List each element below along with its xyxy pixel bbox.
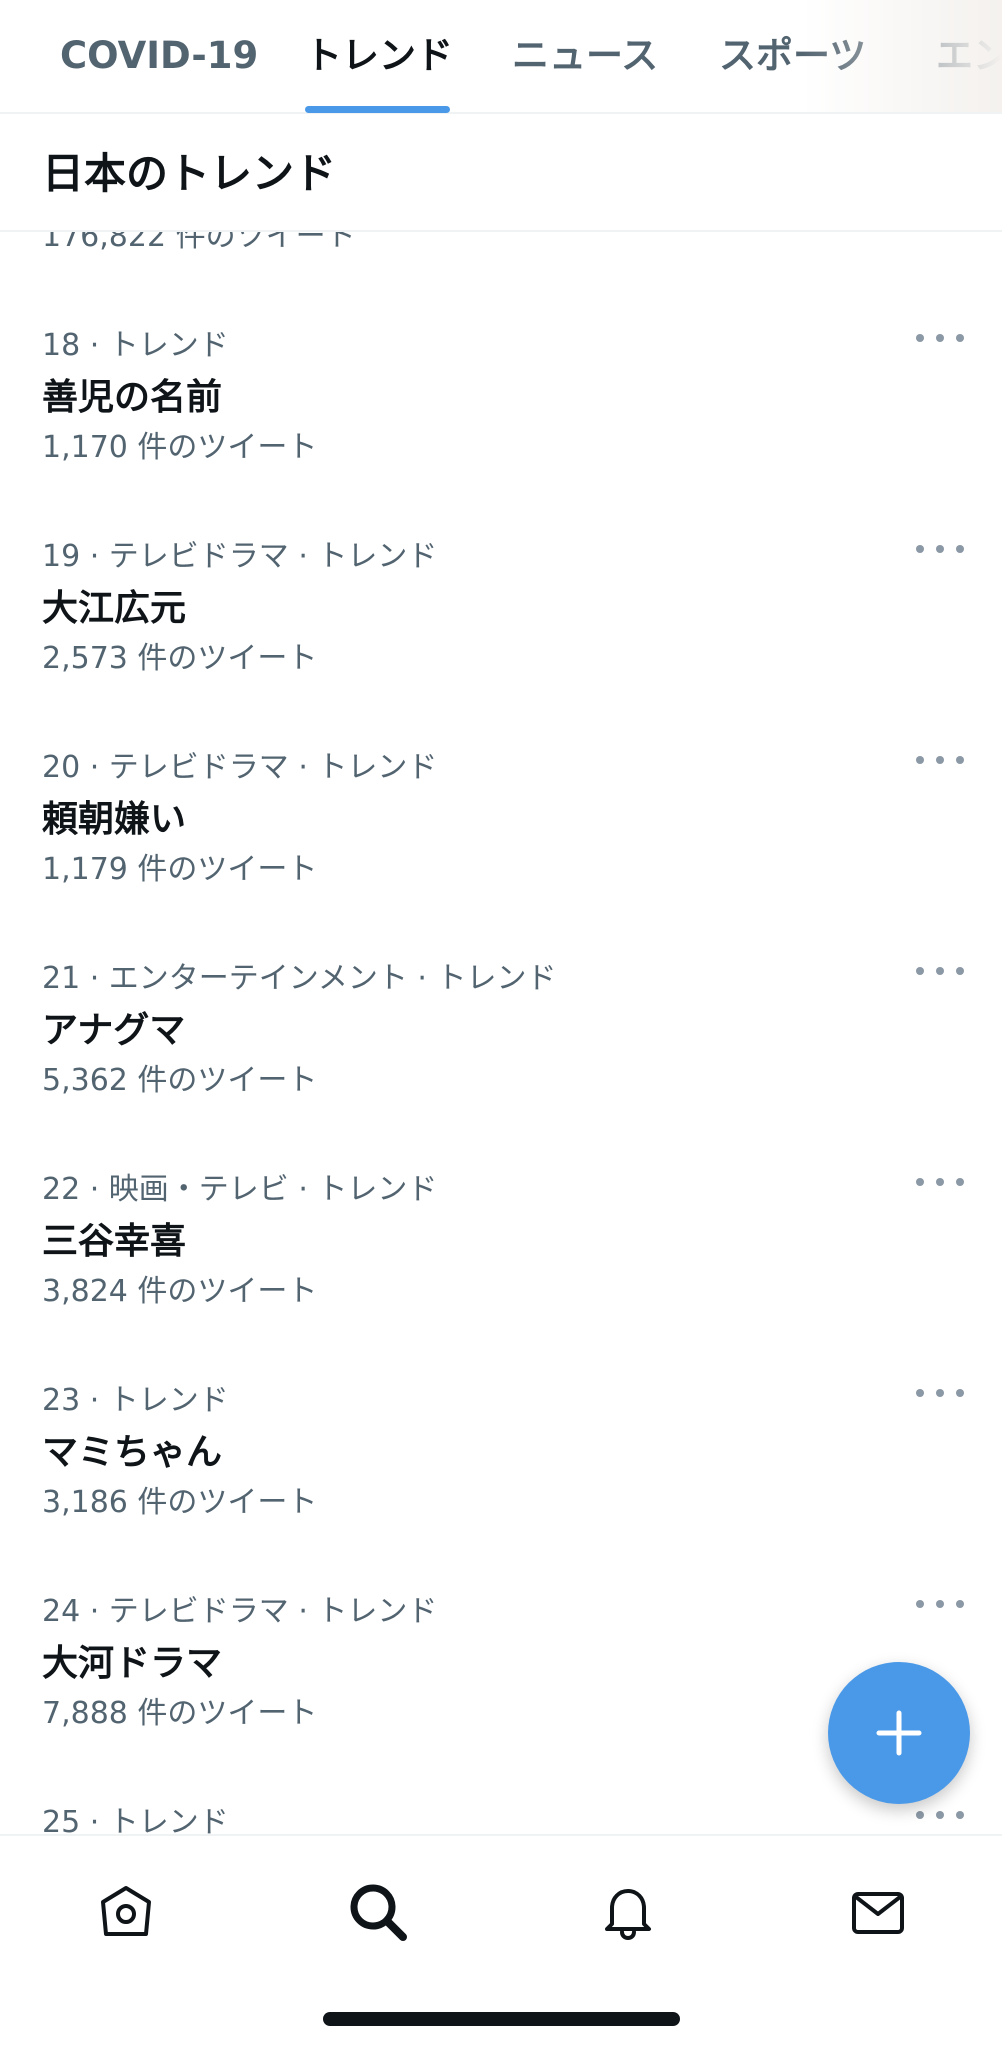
compose-button[interactable] [828, 1662, 970, 1804]
bell-icon [605, 1889, 651, 1941]
more-horizontal-icon[interactable] [916, 1170, 964, 1194]
app-root: 176,822 件のツイート 18 · トレンド 善児の名前 1,170 件のツ… [0, 0, 1002, 2048]
trend-meta: 19 · テレビドラマ · トレンド [42, 539, 438, 574]
tab-sports[interactable]: スポーツ [719, 0, 866, 112]
trend-count: 7,888 件のツイート [42, 1696, 318, 1731]
search-icon [350, 1884, 407, 1941]
active-tab-indicator [305, 106, 450, 113]
home-indicator [323, 2012, 680, 2026]
trend-meta: 23 · トレンド [42, 1383, 229, 1418]
trend-item[interactable]: 23 · トレンド マミちゃん 3,186 件のツイート [0, 1375, 1002, 1586]
trend-meta: 18 · トレンド [42, 328, 229, 363]
trend-item[interactable]: 20 · テレビドラマ · トレンド 頼朝嫌い 1,179 件のツイート [0, 742, 1002, 953]
more-horizontal-icon[interactable] [916, 748, 964, 772]
trend-meta: 20 · テレビドラマ · トレンド [42, 750, 438, 785]
trend-meta: 24 · テレビドラマ · トレンド [42, 1594, 438, 1629]
trend-item[interactable]: 25 · トレンド [0, 1797, 1002, 1834]
trend-count: 5,362 件のツイート [42, 1063, 318, 1098]
trend-name: 善児の名前 [42, 377, 223, 418]
tab-trends[interactable]: トレンド [305, 0, 453, 112]
more-horizontal-icon[interactable] [916, 326, 964, 350]
trend-count: 2,573 件のツイート [42, 641, 318, 676]
trend-name: 大河ドラマ [42, 1643, 223, 1684]
trend-item[interactable]: 22 · 映画・テレビ · トレンド 三谷幸喜 3,824 件のツイート [0, 1164, 1002, 1375]
tab-news[interactable]: ニュース [512, 0, 658, 112]
more-horizontal-icon[interactable] [916, 1803, 964, 1827]
tab-covid-19[interactable]: COVID-19 [60, 0, 258, 112]
section-title: 日本のトレンド [42, 149, 337, 198]
section-header: 日本のトレンド [0, 116, 1002, 232]
trend-item[interactable]: 18 · トレンド 善児の名前 1,170 件のツイート [0, 320, 1002, 531]
more-horizontal-icon[interactable] [916, 1592, 964, 1616]
tab-entertainment[interactable]: エン [936, 0, 1002, 112]
explore-tabs: COVID-19 トレンド ニュース スポーツ エン [0, 0, 1002, 114]
plus-icon [876, 1710, 922, 1756]
trend-list[interactable]: 176,822 件のツイート 18 · トレンド 善児の名前 1,170 件のツ… [0, 0, 1002, 1834]
trend-count: 1,170 件のツイート [42, 430, 318, 465]
trend-meta: 25 · トレンド [42, 1805, 229, 1834]
trend-name: 三谷幸喜 [42, 1221, 187, 1262]
trend-item[interactable]: 19 · テレビドラマ · トレンド 大江広元 2,573 件のツイート [0, 531, 1002, 742]
trend-meta: 21 · エンターテインメント · トレンド [42, 961, 557, 996]
trend-item[interactable]: 21 · エンターテインメント · トレンド アナグマ 5,362 件のツイート [0, 953, 1002, 1164]
more-horizontal-icon[interactable] [916, 1381, 964, 1405]
home-icon [101, 1886, 151, 1936]
trend-count: 3,186 件のツイート [42, 1485, 318, 1520]
trend-name: マミちゃん [42, 1432, 223, 1473]
nav-home[interactable] [90, 1876, 162, 1948]
more-horizontal-icon[interactable] [916, 959, 964, 983]
trend-name: 頼朝嫌い [42, 799, 187, 840]
nav-messages[interactable] [842, 1876, 914, 1948]
more-horizontal-icon[interactable] [916, 537, 964, 561]
trend-name: アナグマ [42, 1010, 186, 1051]
trend-count: 3,824 件のツイート [42, 1274, 318, 1309]
nav-notifications[interactable] [592, 1876, 664, 1948]
mail-icon [852, 1892, 904, 1934]
trend-count: 1,179 件のツイート [42, 852, 318, 887]
trend-name: 大江広元 [42, 588, 187, 629]
nav-explore[interactable] [342, 1876, 414, 1948]
trend-meta: 22 · 映画・テレビ · トレンド [42, 1172, 438, 1207]
